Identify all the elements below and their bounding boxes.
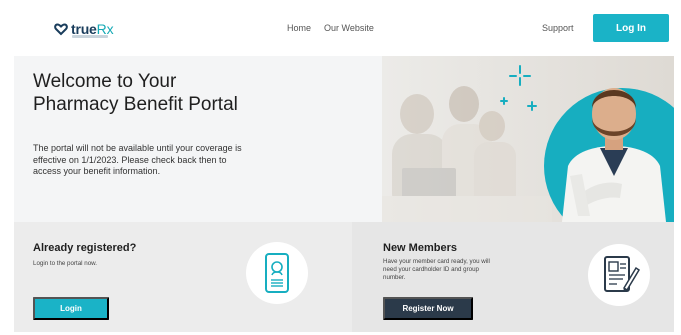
heart-logo-icon <box>54 23 68 36</box>
hero-illustration <box>382 56 674 222</box>
nav-support-link[interactable]: Support <box>542 23 574 33</box>
truerx-logo[interactable]: trueRx <box>54 18 114 40</box>
already-registered-title: Already registered? <box>33 242 137 254</box>
page-title: Welcome to Your Pharmacy Benefit Portal <box>33 71 238 115</box>
new-members-card: New Members Have your member card ready,… <box>352 222 674 332</box>
clipboard-pen-icon <box>604 256 641 292</box>
clipboard-icon-circle <box>588 244 650 306</box>
hero-section: Welcome to Your Pharmacy Benefit Portal … <box>14 56 674 222</box>
header-login-button[interactable]: Log In <box>593 14 669 42</box>
phone-id-icon-circle <box>246 242 308 304</box>
login-button[interactable]: Login <box>33 297 109 320</box>
phone-id-icon <box>265 253 289 293</box>
already-registered-card: Already registered? Login to the portal … <box>14 222 352 332</box>
new-members-text: Have your member card ready, you will ne… <box>383 258 490 281</box>
already-registered-text: Login to the portal now. <box>33 260 97 267</box>
new-members-title: New Members <box>383 242 457 254</box>
nav-home-link[interactable]: Home <box>287 23 311 33</box>
logo-tagline-bar <box>72 35 108 38</box>
hero-image <box>382 56 674 222</box>
register-now-button[interactable]: Register Now <box>383 297 473 320</box>
nav-our-website-link[interactable]: Our Website <box>324 23 374 33</box>
site-header: trueRx Home Our Website Support Log In <box>0 0 681 56</box>
availability-notice: The portal will not be available until y… <box>33 143 242 176</box>
